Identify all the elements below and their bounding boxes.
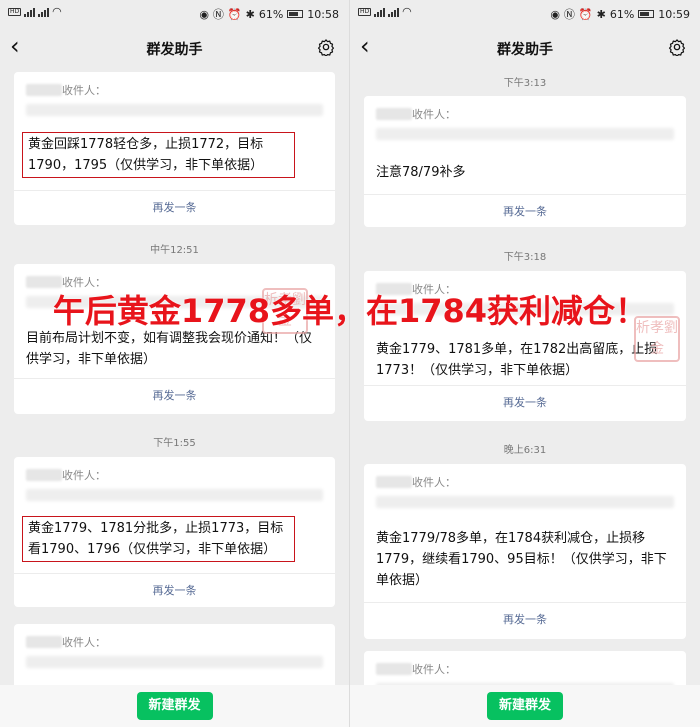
recipient-list-blurred [26,104,323,116]
page-title: 群发助手 [497,42,553,58]
divider [364,194,686,195]
message-text: 黄金1779、1781多单，在1782出高留底，止损1773！（仅供学习，非下单… [376,342,658,378]
divider [14,573,335,574]
signal-icon [38,7,50,17]
message-text: 黄金1779/78多单，在1784获利减仓，止损移1779，继续看1790、95… [376,531,667,588]
message-feed: 下午3:13 收件人： 注意78/79补多 再发一条 下午3:18 收件人： 黄… [350,68,700,727]
new-broadcast-button[interactable]: 新建群发 [136,692,213,720]
alarm-icon: ⏰ [578,7,593,21]
bluetooth-icon: ✱ [596,7,606,21]
message-text: 目前布局计划不变，如有调整我会现价通知！（仅供学习，非下单依据） [26,331,313,367]
message-card: 收件人： 注意78/79补多 再发一条 [364,96,686,227]
clock: 10:59 [658,7,690,21]
wifi-icon: ◠ [52,5,62,18]
recipients-label: 收件人： [412,476,456,489]
recipients-label: 收件人： [62,84,106,97]
battery-icon [638,10,655,18]
nav-bar: ‹ 群发助手 [350,28,700,68]
status-bar: HD ◠ ◉ Ⓝ ⏰ ✱ 61% 10:58 [0,0,349,28]
hd-icon: HD [358,7,372,16]
divider [14,378,335,379]
recipient-names-blurred [26,636,62,648]
recipients-row: 收件人： [376,106,456,122]
recipient-names-blurred [376,476,412,488]
battery-percent: 61% [258,7,284,21]
recipient-names-blurred [376,108,412,120]
eye-icon: ◉ [199,7,209,21]
recipients-label: 收件人： [62,636,106,649]
timestamp: 下午3:13 [503,78,547,89]
divider [364,602,686,603]
recipient-list-blurred [26,656,323,668]
recipient-list-blurred [376,128,674,140]
recipient-names-blurred [26,84,62,96]
bottom-bar: 新建群发 [350,685,700,727]
new-broadcast-button[interactable]: 新建群发 [487,692,563,720]
clock: 10:58 [307,7,339,21]
nav-bar: ‹ 群发助手 [0,28,349,68]
resend-button[interactable]: 再发一条 [14,199,335,215]
hd-icon: HD [8,7,22,16]
timestamp: 中午12:51 [150,245,199,256]
recipients-row: 收件人： [26,82,106,98]
divider [364,385,686,386]
resend-button[interactable]: 再发一条 [14,582,335,598]
recipients-row: 收件人： [376,474,456,490]
recipients-row: 收件人： [26,634,106,650]
eye-icon: ◉ [550,7,560,21]
message-text: 黄金1779、1781分批多，止损1773，目标看1790、1796（仅供学习，… [22,516,295,562]
recipient-list-blurred [376,496,674,508]
resend-button[interactable]: 再发一条 [364,203,686,219]
message-card: 收件人： 黄金1779/78多单，在1784获利减仓，止损移1779，继续看17… [364,464,686,639]
left-screen: HD ◠ ◉ Ⓝ ⏰ ✱ 61% 10:58 ‹ 群发助手 收件人： 黄金回踩1… [0,0,350,727]
signal-icon [24,7,36,17]
message-text: 注意78/79补多 [376,165,466,180]
overlay-headline: 午后黄金1778多单，在1784获利减仓！ [52,292,648,330]
timestamp: 晚上6:31 [503,445,547,456]
recipient-names-blurred [26,469,62,481]
page-title: 群发助手 [146,42,203,58]
message-text: 黄金回踩1778轻仓多，止损1772，目标1790，1795（仅供学习，非下单依… [22,132,295,178]
recipients-row: 收件人： [26,467,106,483]
message-card: 收件人： 黄金回踩1778轻仓多，止损1772，目标1790，1795（仅供学习… [14,72,335,225]
nfc-icon: Ⓝ [212,8,224,21]
resend-button[interactable]: 再发一条 [14,387,335,403]
battery-icon [287,10,304,18]
signal-icon [374,7,386,17]
bottom-bar: 新建群发 [0,685,349,727]
recipients-row: 收件人： [376,661,456,677]
alarm-icon: ⏰ [227,7,242,21]
recipients-label: 收件人： [412,108,456,121]
gear-icon[interactable] [668,38,686,56]
gear-icon[interactable] [317,38,335,56]
resend-button[interactable]: 再发一条 [364,611,686,627]
recipient-names-blurred [376,663,412,675]
message-card: 收件人： 黄金1779、1781分批多，止损1773，目标看1790、1796（… [14,457,335,607]
message-feed: 收件人： 黄金回踩1778轻仓多，止损1772，目标1790，1795（仅供学习… [0,68,349,727]
wifi-icon: ◠ [402,5,412,18]
divider [14,190,335,191]
right-screen: HD ◠ ◉ Ⓝ ⏰ ✱ 61% 10:59 ‹ 群发助手 下午3:13 收件人… [350,0,700,727]
recipients-label: 收件人： [62,469,106,482]
nfc-icon: Ⓝ [563,8,575,21]
bluetooth-icon: ✱ [245,7,255,21]
resend-button[interactable]: 再发一条 [364,394,686,410]
recipients-label: 收件人： [412,663,456,676]
battery-percent: 61% [609,7,635,21]
timestamp: 下午3:18 [503,252,547,263]
timestamp: 下午1:55 [153,438,196,449]
signal-icon [388,7,400,17]
recipient-list-blurred [26,489,323,501]
seal-char: 金 [650,341,664,357]
status-bar: HD ◠ ◉ Ⓝ ⏰ ✱ 61% 10:59 [350,0,700,28]
